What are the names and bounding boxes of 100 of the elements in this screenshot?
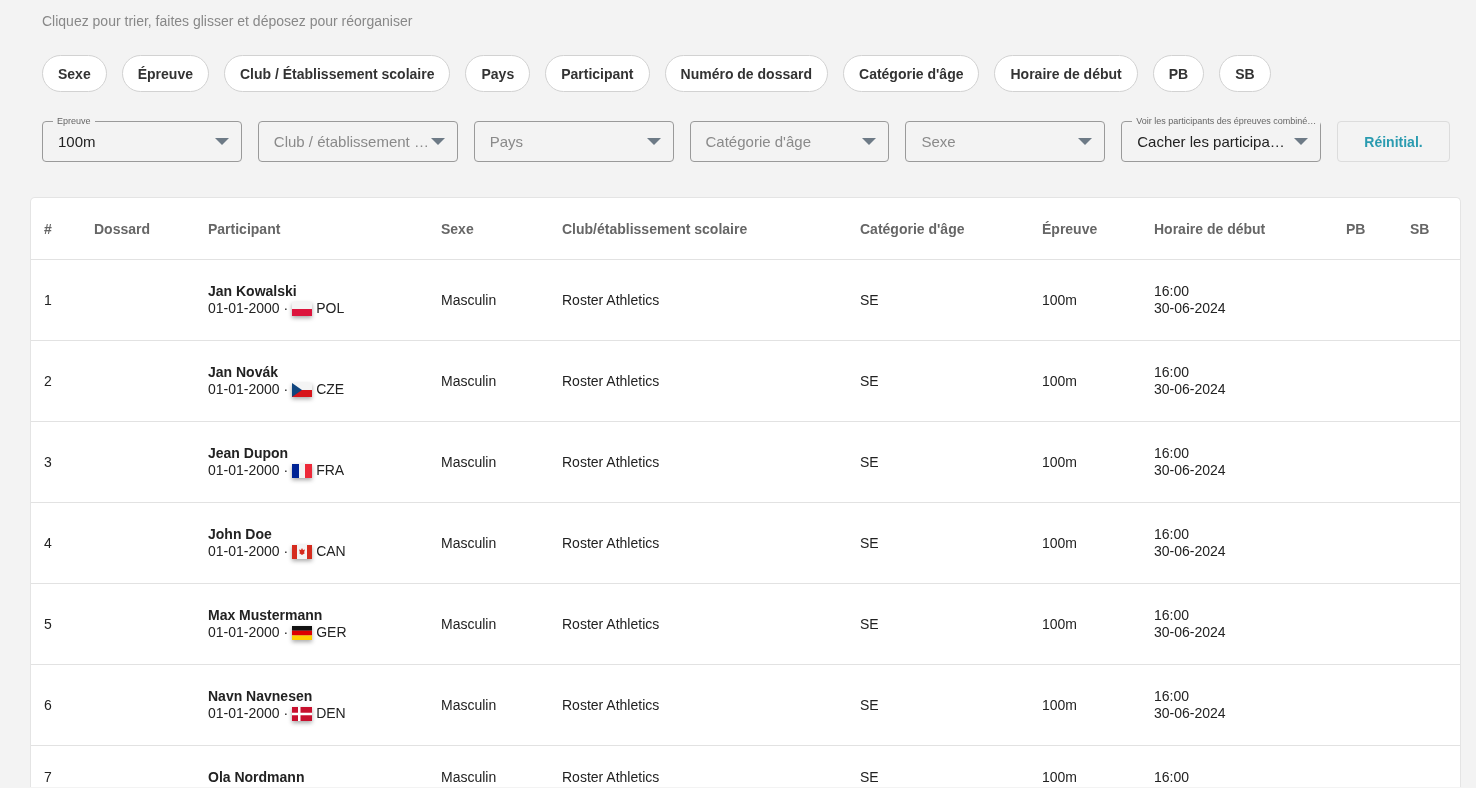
flag-icon <box>292 301 313 316</box>
column-header[interactable]: Sexe <box>441 220 562 237</box>
table-cell-text: Masculin <box>441 769 498 785</box>
participant-name: Jean Dupon <box>208 445 289 462</box>
table-cell-text: SE <box>860 769 880 785</box>
row-number: 4 <box>44 535 53 551</box>
column-header[interactable]: Horaire de début <box>1154 220 1346 237</box>
participant-name: Jan Kowalski <box>208 283 297 300</box>
participant-name: Jan Novák <box>208 364 279 381</box>
sort-chip[interactable]: Numéro de dossard <box>664 55 828 92</box>
sort-chip[interactable]: PB <box>1152 55 1205 92</box>
sort-chip[interactable]: Sexe <box>42 55 107 92</box>
start-time: 16:00 <box>1154 688 1190 705</box>
start-date: 30-06-2024 <box>1154 705 1226 722</box>
row-number: 5 <box>44 616 53 632</box>
flag-icon <box>292 382 313 397</box>
table-cell-text: Roster Athletics <box>562 697 661 713</box>
column-header[interactable]: Catégorie d'âge <box>860 220 1042 237</box>
caret-icon <box>1078 138 1093 145</box>
caret-icon <box>646 138 661 145</box>
row-number: 7 <box>44 769 53 785</box>
birth-date: 01-01-2000 · <box>208 624 289 641</box>
sort-chip[interactable]: Épreuve <box>121 55 209 92</box>
column-header[interactable]: SB <box>1410 220 1460 237</box>
start-date: 30-06-2024 <box>1154 381 1226 398</box>
start-time: 16:00 <box>1154 445 1190 462</box>
table-cell-text: Roster Athletics <box>562 292 661 308</box>
row-number: 6 <box>44 697 53 713</box>
reset-button[interactable]: Réinitial. <box>1337 121 1450 162</box>
table-cell-text: SE <box>860 535 880 551</box>
table-cell-text: Roster Athletics <box>562 535 661 551</box>
column-header[interactable]: Club/établissement scolaire <box>562 220 860 237</box>
table-cell-text: SE <box>860 373 880 389</box>
column-header[interactable]: PB <box>1346 220 1410 237</box>
table-cell-text: Masculin <box>441 697 498 713</box>
table-cell-text: Masculin <box>441 535 498 551</box>
table-cell-text: 100m <box>1042 535 1079 551</box>
sort-chip[interactable]: Horaire de début <box>994 55 1138 92</box>
row-number: 1 <box>44 292 53 308</box>
dropdown-field[interactable]: Club / établissement … <box>257 121 458 162</box>
country-code: CAN <box>316 543 346 560</box>
sort-chip[interactable]: Participant <box>545 55 650 92</box>
dropdown-field[interactable]: Catégorie d'âge <box>689 121 890 162</box>
country-code: DEN <box>316 705 346 722</box>
start-date: 30-06-2024 <box>1154 624 1226 641</box>
sort-chip[interactable]: Pays <box>465 55 531 92</box>
table-cell-text: 100m <box>1042 769 1079 785</box>
start-time: 16:00 <box>1154 526 1190 543</box>
birth-date: 01-01-2000 · <box>208 462 289 479</box>
column-header[interactable]: Épreuve <box>1042 220 1154 237</box>
participant-name: Navn Navnesen <box>208 688 313 705</box>
table-cell-text: Masculin <box>441 373 498 389</box>
start-time: 16:00 <box>1154 607 1190 624</box>
flag-icon <box>292 706 313 721</box>
table-cell-text: Roster Athletics <box>562 616 661 632</box>
table-cell-text: SE <box>860 454 880 470</box>
column-header[interactable]: Participant <box>208 220 441 237</box>
table-cell-text: SE <box>860 697 880 713</box>
start-time: 16:00 <box>1154 283 1190 300</box>
caret-icon <box>862 138 877 145</box>
table-cell-text: 100m <box>1042 454 1079 470</box>
table-cell-text: Masculin <box>441 616 498 632</box>
flag-icon <box>292 625 313 640</box>
caret-icon <box>1294 138 1309 145</box>
country-code: POL <box>316 300 345 317</box>
column-header[interactable]: # <box>44 220 94 237</box>
country-code: FRA <box>316 462 345 479</box>
country-code: CZE <box>316 381 345 398</box>
column-header[interactable]: Dossard <box>94 220 208 237</box>
table-cell-text: Roster Athletics <box>562 454 661 470</box>
table-cell-text: Masculin <box>441 454 498 470</box>
birth-date: 01-01-2000 · <box>208 381 289 398</box>
birth-date: 01-01-2000 · <box>208 705 289 722</box>
participant-name: Max Mustermann <box>208 607 323 624</box>
table-cell-text: 100m <box>1042 697 1079 713</box>
start-date: 30-06-2024 <box>1154 543 1226 560</box>
dropdown-field[interactable]: Pays <box>473 121 674 162</box>
birth-date: 01-01-2000 · <box>208 543 289 560</box>
start-date: 30-06-2024 <box>1154 462 1226 479</box>
flag-icon <box>292 544 313 559</box>
instruction-text: Cliquez pour trier, faites glisser et déposez pour réorganiser <box>42 12 413 30</box>
dropdown-field[interactable]: Sexe <box>905 121 1106 162</box>
country-code: GER <box>316 624 347 641</box>
participant-name: Ola Nordmann <box>208 769 305 786</box>
table-cell-text: Roster Athletics <box>562 373 661 389</box>
start-time: 16:00 <box>1154 364 1190 381</box>
table-cell-text: SE <box>860 616 880 632</box>
start-date: 30-06-2024 <box>1154 300 1226 317</box>
start-time: 16:00 <box>1154 769 1190 786</box>
sort-chip[interactable]: Catégorie d'âge <box>843 55 980 92</box>
flag-icon <box>292 463 313 478</box>
table-cell-text: SE <box>860 292 880 308</box>
participant-name: John Doe <box>208 526 272 543</box>
caret-icon <box>214 138 229 145</box>
birth-date: 01-01-2000 · <box>208 300 289 317</box>
table-cell-text: 100m <box>1042 292 1079 308</box>
sort-chip[interactable]: SB <box>1219 55 1271 92</box>
field-label: Voir les participants des épreuves combiné… <box>1132 116 1321 127</box>
field-label: Epreuve <box>53 116 95 127</box>
sort-chip[interactable]: Club / Établissement scolaire <box>223 55 451 92</box>
